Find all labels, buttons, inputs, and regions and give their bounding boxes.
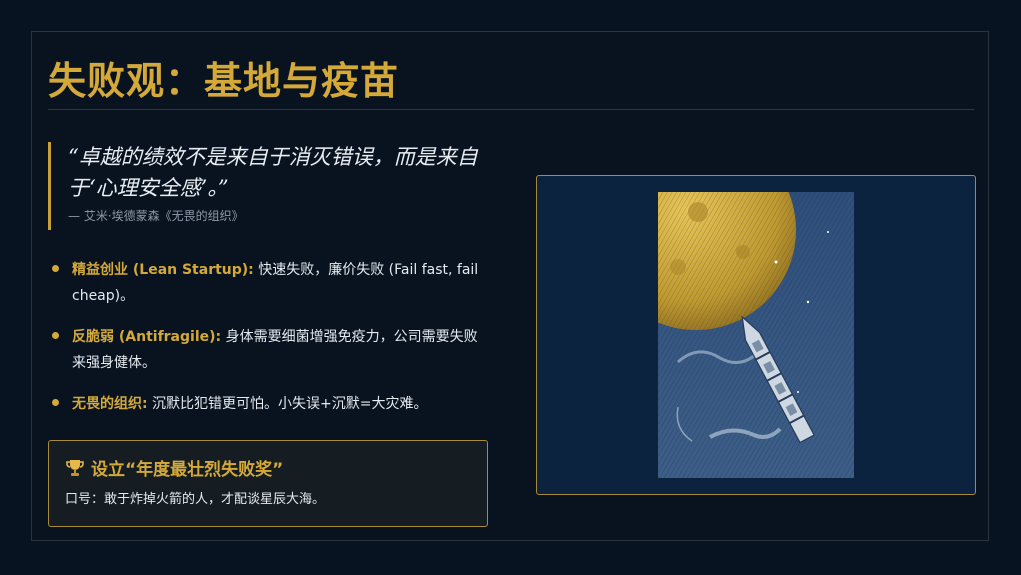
bullet-dot [52, 265, 59, 272]
award-box: 设立“年度最壮烈失败奖” 口号：敢于炸掉火箭的人，才配谈星辰大海。 [48, 440, 488, 527]
bullet-term: 无畏的组织: [72, 396, 148, 412]
quote-source: — 艾米·埃德蒙森《无畏的组织》 [68, 209, 244, 223]
bullet-term: 精益创业 (Lean Startup): [72, 262, 254, 278]
trophy-icon [66, 459, 84, 476]
list-item: 精益创业 (Lean Startup): 快速失败，廉价失败 (Fail fas… [50, 257, 490, 309]
award-slogan: 口号：敢于炸掉火箭的人，才配谈星辰大海。 [65, 492, 326, 507]
title-divider [48, 109, 974, 110]
award-title: 设立“年度最壮烈失败奖” [91, 460, 284, 480]
quote-block: “卓越的绩效不是来自于消灭错误，而是来自于‘心理安全感’。” — 艾米·埃德蒙森… [48, 142, 488, 230]
quote-text: “卓越的绩效不是来自于消灭错误，而是来自于‘心理安全感’。” [68, 145, 478, 200]
slide: 失败观：基地与疫苗 “卓越的绩效不是来自于消灭错误，而是来自于‘心理安全感’。”… [31, 31, 989, 541]
list-item: 无畏的组织: 沉默比犯错更可怕。小失误+沉默=大灾难。 [50, 391, 490, 417]
bullet-dot [52, 332, 59, 339]
bullet-text: 沉默比犯错更可怕。小失误+沉默=大灾难。 [147, 396, 428, 412]
illustration-frame [536, 175, 976, 495]
list-item: 反脆弱 (Antifragile): 身体需要细菌增强免疫力，公司需要失败来强身… [50, 324, 490, 376]
slide-title: 失败观：基地与疫苗 [48, 59, 400, 103]
bullet-dot [52, 399, 59, 406]
bullet-term: 反脆弱 (Antifragile): [72, 329, 222, 345]
bullet-list: 精益创业 (Lean Startup): 快速失败，廉价失败 (Fail fas… [50, 257, 490, 432]
moon-rocket-illustration [658, 192, 854, 478]
